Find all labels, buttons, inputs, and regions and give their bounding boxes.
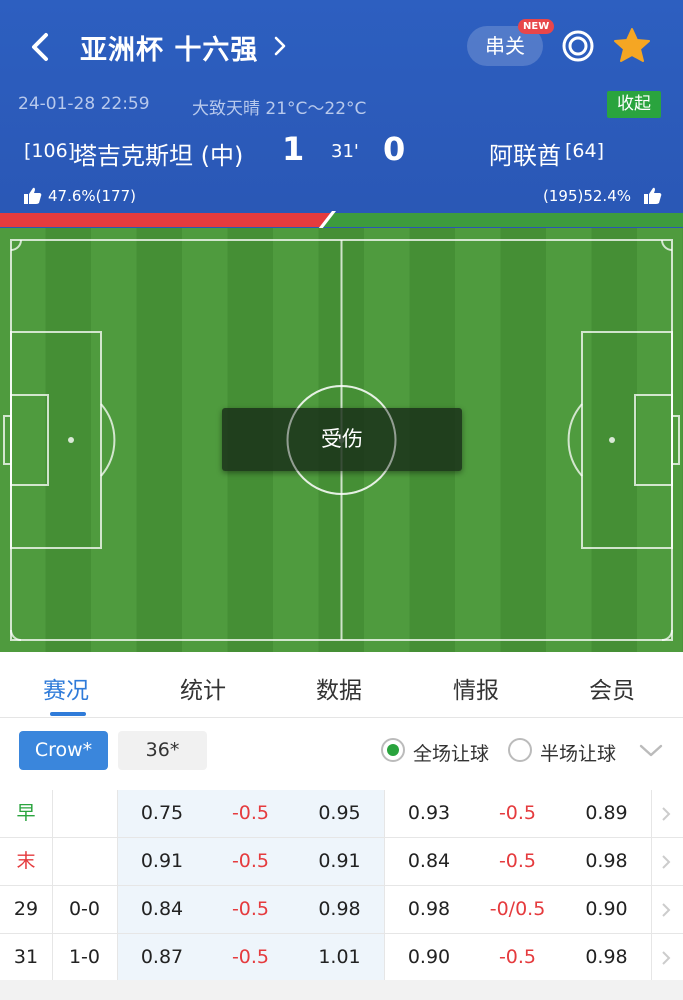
chevron-right-icon[interactable] bbox=[660, 805, 672, 823]
tab-stats[interactable]: 统计 bbox=[180, 671, 226, 705]
full-handicap-radio[interactable] bbox=[381, 738, 405, 762]
row-score bbox=[52, 838, 117, 885]
odds-line: -0.5 bbox=[498, 802, 537, 824]
chevron-down-icon[interactable] bbox=[638, 740, 664, 760]
chevron-right-icon[interactable] bbox=[660, 853, 672, 871]
table-row[interactable]: 早 0.75 -0.5 0.95 0.93 -0.5 0.89 bbox=[0, 790, 683, 838]
event-label: 受伤 bbox=[321, 427, 363, 451]
match-header: 亚洲杯 十六强 串关 NEW 24-01-28 22:59 大致天晴 21°C～… bbox=[0, 0, 683, 229]
back-arrow-icon[interactable] bbox=[26, 30, 56, 64]
home-vote: 47.6%(177) bbox=[48, 187, 136, 205]
match-minute: 31' bbox=[331, 141, 359, 162]
weather-info: 大致天晴 21°C～22°C bbox=[192, 99, 367, 119]
odds-away: 0.89 bbox=[585, 802, 628, 824]
odds-away: 0.95 bbox=[318, 802, 361, 824]
odds-line: -0/0.5 bbox=[489, 898, 546, 920]
bottom-spacer bbox=[0, 980, 683, 1000]
odds-away: 0.90 bbox=[585, 898, 628, 920]
collapse-button[interactable]: 收起 bbox=[607, 91, 661, 118]
chevron-right-icon[interactable] bbox=[660, 901, 672, 919]
tab-intel[interactable]: 情报 bbox=[453, 671, 499, 705]
home-score: 1 bbox=[282, 130, 305, 168]
thumbs-up-icon[interactable] bbox=[644, 187, 662, 204]
odds-line: -0.5 bbox=[231, 850, 270, 872]
odds-line: -0.5 bbox=[498, 946, 537, 968]
star-icon[interactable] bbox=[613, 27, 651, 63]
odds-home: 0.87 bbox=[140, 946, 184, 968]
competition-title[interactable]: 亚洲杯 十六强 bbox=[80, 28, 258, 67]
bookmaker-crow-chip[interactable]: Crow* bbox=[19, 731, 108, 770]
tab-live[interactable]: 赛况 bbox=[43, 671, 89, 705]
odds-away: 0.98 bbox=[318, 898, 361, 920]
active-tab-indicator bbox=[50, 712, 86, 716]
away-team-name[interactable]: 阿联酋 bbox=[489, 136, 561, 171]
away-score: 0 bbox=[383, 130, 406, 168]
odds-line: -0.5 bbox=[498, 850, 537, 872]
row-score: 1-0 bbox=[68, 946, 101, 968]
odds-home: 0.91 bbox=[140, 850, 184, 872]
thumbs-up-icon[interactable] bbox=[24, 187, 42, 204]
table-row[interactable]: 29 0-0 0.84 -0.5 0.98 0.98 -0/0.5 0.90 bbox=[0, 886, 683, 934]
tab-member[interactable]: 会员 bbox=[589, 671, 635, 705]
new-badge: NEW bbox=[518, 19, 555, 34]
tab-data[interactable]: 数据 bbox=[316, 671, 362, 705]
home-vote-bar bbox=[0, 213, 334, 227]
row-label: 31 bbox=[13, 946, 39, 968]
away-vote-bar bbox=[320, 213, 683, 227]
odds-away: 1.01 bbox=[318, 946, 361, 968]
odds-away: 0.98 bbox=[585, 850, 628, 872]
vote-bar-divider bbox=[318, 211, 336, 229]
odds-home: 0.98 bbox=[407, 898, 451, 920]
live-pitch: 受伤 bbox=[0, 228, 683, 652]
half-handicap-label[interactable]: 半场让球 bbox=[540, 739, 616, 766]
odds-away: 0.91 bbox=[318, 850, 361, 872]
half-handicap-radio[interactable] bbox=[508, 738, 532, 762]
odds-line: -0.5 bbox=[231, 898, 270, 920]
odds-home: 0.75 bbox=[140, 802, 184, 824]
odds-home: 0.84 bbox=[407, 850, 451, 872]
table-row[interactable]: 31 1-0 0.87 -0.5 1.01 0.90 -0.5 0.98 bbox=[0, 934, 683, 982]
table-row[interactable]: 末 0.91 -0.5 0.91 0.84 -0.5 0.98 bbox=[0, 838, 683, 886]
odds-home: 0.84 bbox=[140, 898, 184, 920]
home-team-name[interactable]: 塔吉克斯坦 (中) bbox=[73, 136, 243, 171]
odds-home: 0.93 bbox=[407, 802, 451, 824]
odds-away: 0.98 bbox=[585, 946, 628, 968]
odds-home: 0.90 bbox=[407, 946, 451, 968]
full-handicap-label[interactable]: 全场让球 bbox=[413, 739, 489, 766]
odds-line: -0.5 bbox=[231, 802, 270, 824]
tab-bar: 赛况 统计 数据 情报 会员 bbox=[0, 652, 683, 718]
odds-line: -0.5 bbox=[231, 946, 270, 968]
match-datetime: 24-01-28 22:59 bbox=[18, 94, 150, 114]
home-rank: [106] bbox=[24, 140, 76, 162]
row-score bbox=[52, 790, 117, 837]
row-label: 29 bbox=[13, 898, 39, 920]
target-ring-icon[interactable] bbox=[561, 29, 595, 63]
chevron-right-icon[interactable] bbox=[660, 949, 672, 967]
row-label: 末 bbox=[16, 850, 36, 872]
away-rank: [64] bbox=[565, 140, 605, 162]
away-vote: (195)52.4% bbox=[543, 187, 631, 205]
chevron-right-icon[interactable] bbox=[270, 33, 290, 59]
row-score: 0-0 bbox=[68, 898, 101, 920]
bookmaker-36-chip[interactable]: 36* bbox=[118, 731, 207, 770]
row-label: 早 bbox=[16, 802, 36, 824]
